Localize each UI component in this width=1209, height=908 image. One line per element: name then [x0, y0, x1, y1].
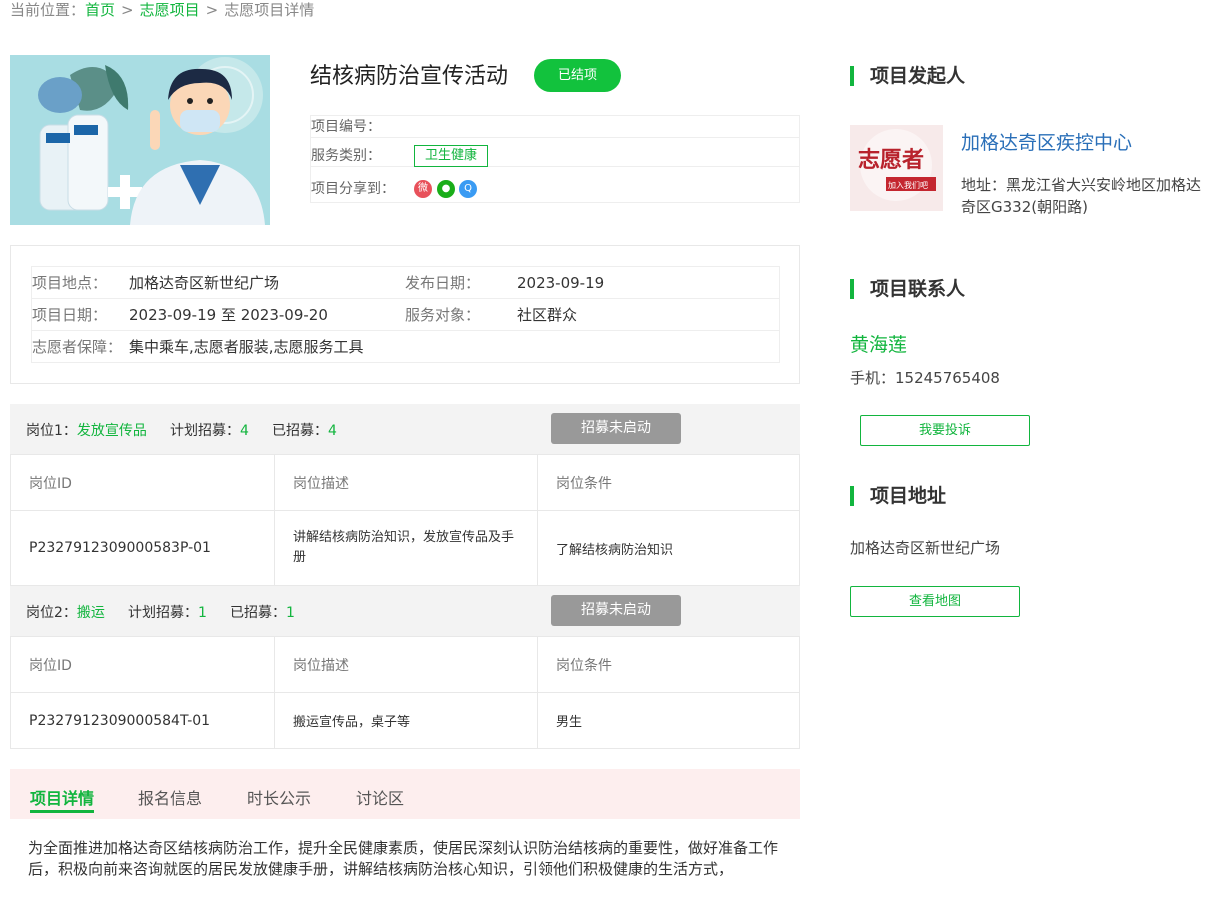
- org-logo-subtext: 加入我们吧: [888, 180, 928, 190]
- volunteer-logo-icon: 志愿者 加入我们吧: [850, 125, 943, 211]
- weibo-icon[interactable]: 微: [414, 180, 432, 198]
- plan-recruit: 计划招募：4: [170, 420, 249, 440]
- project-date-label: 项目日期：: [32, 306, 108, 324]
- guarantee-value: 集中乘车,志愿者服装,志愿服务工具: [129, 338, 364, 356]
- contact-phone: 手机：15245765408: [850, 369, 1000, 387]
- recruited-value: 1: [286, 605, 295, 621]
- column-header: 岗位描述: [274, 455, 537, 510]
- tab-project-details[interactable]: 项目详情: [30, 785, 94, 809]
- position-header: 岗位1：发放宣传品 计划招募：4 已招募：4 招募未启动: [10, 404, 800, 454]
- position-table: 岗位ID 岗位描述 岗位条件 P2327912309000584T-01 搬运宣…: [10, 636, 800, 749]
- recruit-not-started-button[interactable]: 招募未启动: [551, 413, 681, 444]
- table-row: P2327912309000584T-01 搬运宣传品，桌子等 男生: [11, 692, 799, 748]
- recruited-label: 已招募：: [230, 605, 286, 621]
- tab-duration[interactable]: 时长公示: [247, 785, 311, 809]
- status-badge: 已结项: [534, 59, 621, 92]
- column-header: 岗位描述: [274, 637, 537, 692]
- service-category-label: 服务类别：: [311, 148, 381, 164]
- complain-button[interactable]: 我要投诉: [860, 415, 1030, 446]
- table-header-row: 岗位ID 岗位描述 岗位条件: [11, 636, 799, 692]
- contact-title: 项目联系人: [850, 277, 965, 301]
- share-row: 项目分享到： 微 ● Q: [311, 174, 799, 204]
- position-title: 岗位2：搬运: [26, 602, 105, 622]
- location-label: 项目地点：: [32, 274, 108, 292]
- position-id: P2327912309000584T-01: [29, 712, 211, 729]
- active-tab-indicator: [30, 810, 94, 813]
- breadcrumb-separator: >: [205, 1, 219, 19]
- project-date-value: 2023-09-19 至 2023-09-20: [129, 306, 328, 324]
- view-map-button[interactable]: 查看地图: [850, 586, 1020, 617]
- initiator-title: 项目发起人: [850, 64, 965, 88]
- table-row: P2327912309000583P-01 讲解结核病防治知识，发放宣传品及手册…: [11, 510, 799, 585]
- position-description: 搬运宣传品，桌子等: [274, 693, 537, 748]
- position-prefix: 岗位1：: [26, 423, 77, 439]
- org-logo: 志愿者 加入我们吧: [850, 125, 943, 211]
- table-header-row: 岗位ID 岗位描述 岗位条件: [11, 454, 799, 510]
- breadcrumb-home-link[interactable]: 首页: [85, 1, 115, 19]
- qq-icon[interactable]: Q: [459, 180, 477, 198]
- publish-date-value: 2023-09-19: [517, 274, 605, 292]
- info-row: 志愿者保障： 集中乘车,志愿者服装,志愿服务工具: [32, 331, 779, 363]
- project-title: 结核病防治宣传活动: [310, 64, 509, 89]
- service-target-value: 社区群众: [517, 306, 578, 324]
- recruited: 已招募：4: [272, 420, 337, 440]
- detail-tabs: 项目详情 报名信息 时长公示 讨论区: [10, 769, 800, 819]
- org-name-link[interactable]: 加格达奇区疾控中心: [961, 128, 1132, 155]
- project-number-label: 项目编号：: [311, 119, 381, 135]
- recruit-not-started-button[interactable]: 招募未启动: [551, 595, 681, 626]
- position-condition: 了解结核病防治知识: [537, 511, 799, 585]
- org-logo-text: 志愿者: [858, 147, 924, 173]
- plan-recruit: 计划招募：1: [128, 602, 207, 622]
- position-title: 岗位1：发放宣传品: [26, 420, 147, 440]
- service-target-label: 服务对象：: [405, 306, 481, 324]
- plan-label: 计划招募：: [128, 605, 198, 621]
- position-condition: 男生: [537, 693, 799, 748]
- position-header: 岗位2：搬运 计划招募：1 已招募：1 招募未启动: [10, 586, 800, 636]
- service-category-tag[interactable]: 卫生健康: [414, 145, 489, 167]
- breadcrumb-prefix: 当前位置：: [10, 1, 86, 19]
- org-address: 地址：黑龙江省大兴安岭地区加格达奇区G332(朝阳路): [961, 176, 1202, 216]
- breadcrumb: 当前位置：首页 > 志愿项目 > 志愿项目详情: [10, 0, 314, 20]
- project-number-row: 项目编号：: [311, 116, 799, 138]
- column-header: 岗位条件: [537, 637, 799, 692]
- tab-discussion[interactable]: 讨论区: [356, 785, 404, 809]
- column-header: 岗位条件: [537, 455, 799, 510]
- location-value: 加格达奇区新世纪广场: [129, 274, 280, 292]
- plan-value: 4: [240, 423, 249, 439]
- breadcrumb-current: 志愿项目详情: [224, 1, 315, 19]
- project-meta: 项目编号： 服务类别： 卫生健康 项目分享到： 微 ● Q: [310, 115, 800, 203]
- guarantee-label: 志愿者保障：: [32, 338, 123, 356]
- info-row: 项目地点： 加格达奇区新世纪广场 发布日期： 2023-09-19: [32, 267, 779, 299]
- service-category-row: 服务类别： 卫生健康: [311, 145, 799, 167]
- plan-value: 1: [198, 605, 207, 621]
- address-title: 项目地址: [850, 484, 946, 508]
- column-header: 岗位ID: [29, 475, 72, 492]
- breadcrumb-separator: >: [121, 1, 134, 19]
- share-label: 项目分享到：: [311, 181, 395, 197]
- recruited-value: 4: [328, 423, 337, 439]
- recruited: 已招募：1: [230, 602, 295, 622]
- project-image: [10, 55, 270, 225]
- position-table: 岗位ID 岗位描述 岗位条件 P2327912309000583P-01 讲解结…: [10, 454, 800, 586]
- doctor-illustration: [10, 55, 270, 225]
- breadcrumb-section-link[interactable]: 志愿项目: [140, 1, 200, 19]
- project-info-table: 项目地点： 加格达奇区新世纪广场 发布日期： 2023-09-19 项目日期： …: [31, 266, 780, 363]
- publish-date-label: 发布日期：: [405, 274, 481, 292]
- project-info: 项目地点： 加格达奇区新世纪广场 发布日期： 2023-09-19 项目日期： …: [10, 245, 800, 384]
- info-row: 项目日期： 2023-09-19 至 2023-09-20 服务对象： 社区群众: [32, 299, 779, 331]
- position-name: 搬运: [76, 605, 105, 621]
- position-name: 发放宣传品: [76, 423, 147, 439]
- plan-label: 计划招募：: [170, 423, 240, 439]
- project-address: 加格达奇区新世纪广场: [850, 539, 1001, 557]
- project-description: 为全面推进加格达奇区结核病防治工作，提升全民健康素质，使居民深刻认识防治结核病的…: [28, 839, 779, 878]
- contact-name: 黄海莲: [850, 334, 908, 356]
- column-header: 岗位ID: [29, 657, 72, 674]
- position-id: P2327912309000583P-01: [29, 540, 211, 556]
- recruited-label: 已招募：: [272, 423, 328, 439]
- position-description: 讲解结核病防治知识，发放宣传品及手册: [274, 511, 537, 585]
- wechat-icon[interactable]: ●: [437, 180, 455, 198]
- tab-signup-info[interactable]: 报名信息: [138, 785, 202, 809]
- position-prefix: 岗位2：: [26, 605, 77, 621]
